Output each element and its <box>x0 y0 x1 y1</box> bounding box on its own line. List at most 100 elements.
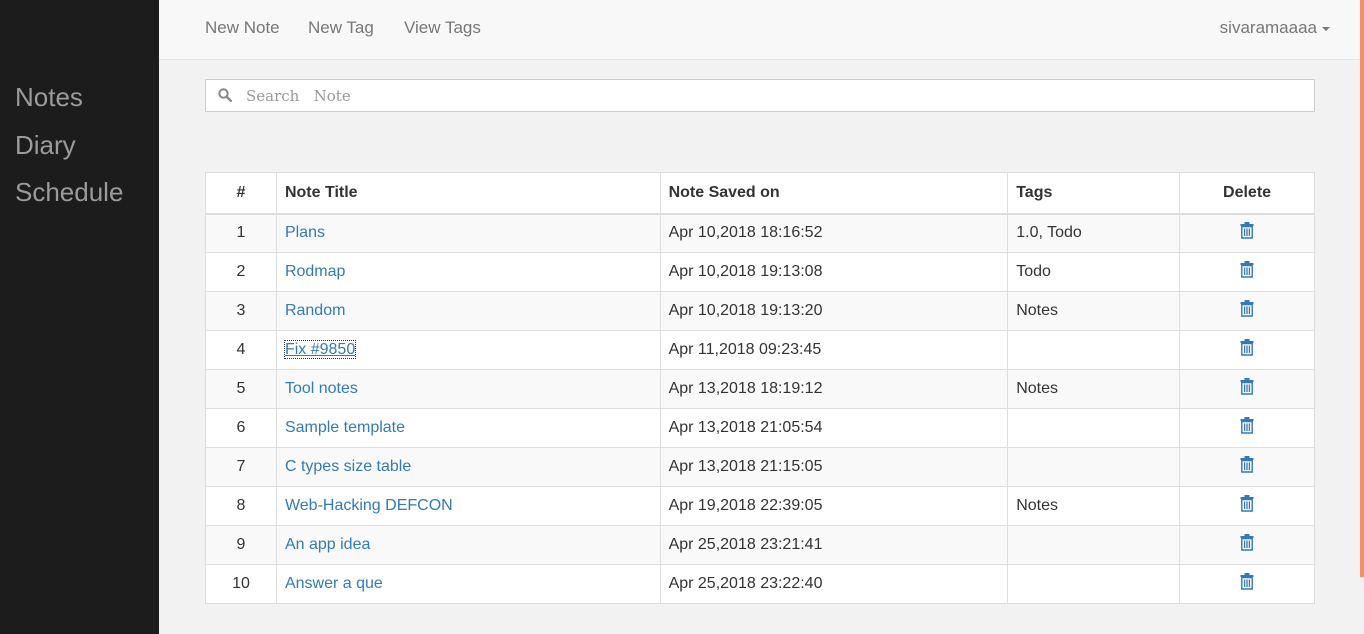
user-menu[interactable]: sivaramaaaa <box>1220 18 1330 38</box>
note-title-cell: Tool notes <box>275 369 661 409</box>
note-title-cell: Sample template <box>275 408 661 448</box>
table-row: 10 Answer a que Apr 25,2018 23:22:40 <box>205 564 1315 604</box>
trash-icon[interactable] <box>1240 534 1254 556</box>
row-index: 1 <box>205 213 277 253</box>
note-tags <box>1007 564 1181 604</box>
column-header-saved: Note Saved on <box>659 172 1009 215</box>
row-index: 4 <box>205 330 277 370</box>
note-title-link[interactable]: Rodmap <box>285 263 345 280</box>
note-saved-on: Apr 25,2018 23:22:40 <box>659 564 1009 604</box>
delete-cell <box>1179 213 1315 253</box>
row-index: 5 <box>205 369 277 409</box>
delete-cell <box>1179 525 1315 565</box>
note-saved-on: Apr 10,2018 19:13:20 <box>659 291 1009 331</box>
note-saved-on: Apr 10,2018 19:13:08 <box>659 252 1009 292</box>
sidebar-item-diary[interactable]: Diary <box>15 130 76 161</box>
delete-cell <box>1179 330 1315 370</box>
note-title-link[interactable]: Tool notes <box>285 380 358 397</box>
search-icon <box>218 88 233 107</box>
note-saved-on: Apr 11,2018 09:23:45 <box>659 330 1009 370</box>
trash-icon[interactable] <box>1240 300 1254 322</box>
delete-cell <box>1179 252 1315 292</box>
delete-cell <box>1179 486 1315 526</box>
note-title-link[interactable]: Random <box>285 302 345 319</box>
column-header-title: Note Title <box>275 172 661 215</box>
sidebar-item-notes[interactable]: Notes <box>15 82 83 113</box>
table-row: 7 C types size table Apr 13,2018 21:15:05 <box>205 447 1315 487</box>
sidebar: Notes Diary Schedule <box>0 0 159 634</box>
note-title-link[interactable]: Web-Hacking DEFCON <box>285 497 453 514</box>
note-title-link[interactable]: Plans <box>285 224 325 241</box>
note-saved-on: Apr 13,2018 18:19:12 <box>659 369 1009 409</box>
table-header-row: # Note Title Note Saved on Tags Delete <box>205 172 1315 215</box>
table-row: 3 Random Apr 10,2018 19:13:20 Notes <box>205 291 1315 331</box>
note-tags <box>1007 408 1181 448</box>
row-index: 10 <box>205 564 277 604</box>
trash-icon[interactable] <box>1240 222 1254 244</box>
new-tag-link[interactable]: New Tag <box>308 18 374 38</box>
notes-table: # Note Title Note Saved on Tags Delete 1… <box>205 172 1315 604</box>
username: sivaramaaaa <box>1219 18 1317 37</box>
row-index: 9 <box>205 525 277 565</box>
row-index: 7 <box>205 447 277 487</box>
search-box <box>205 79 1315 112</box>
note-saved-on: Apr 13,2018 21:05:54 <box>659 408 1009 448</box>
table-row: 5 Tool notes Apr 13,2018 18:19:12 Notes <box>205 369 1315 409</box>
table-row: 9 An app idea Apr 25,2018 23:21:41 <box>205 525 1315 565</box>
note-saved-on: Apr 19,2018 22:39:05 <box>659 486 1009 526</box>
note-tags <box>1007 330 1181 370</box>
column-header-delete: Delete <box>1179 172 1315 215</box>
note-title-cell: Plans <box>275 213 661 253</box>
note-title-cell: Answer a que <box>275 564 661 604</box>
trash-icon[interactable] <box>1240 378 1254 400</box>
note-tags: Notes <box>1007 291 1181 331</box>
note-title-link[interactable]: C types size table <box>285 458 411 475</box>
delete-cell <box>1179 291 1315 331</box>
note-title-cell: An app idea <box>275 525 661 565</box>
trash-icon[interactable] <box>1240 417 1254 439</box>
note-title-link[interactable]: An app idea <box>285 536 370 553</box>
delete-cell <box>1179 447 1315 487</box>
table-row: 1 Plans Apr 10,2018 18:16:52 1.0, Todo <box>205 213 1315 253</box>
trash-icon[interactable] <box>1240 456 1254 478</box>
trash-icon[interactable] <box>1240 339 1254 361</box>
row-index: 8 <box>205 486 277 526</box>
column-header-tags: Tags <box>1007 172 1181 215</box>
note-tags <box>1007 525 1181 565</box>
note-title-cell: Rodmap <box>275 252 661 292</box>
note-title-cell: Fix #9850 <box>275 330 661 370</box>
trash-icon[interactable] <box>1240 261 1254 283</box>
note-tags: Notes <box>1007 369 1181 409</box>
view-tags-link[interactable]: View Tags <box>404 18 481 38</box>
row-index: 2 <box>205 252 277 292</box>
new-note-link[interactable]: New Note <box>205 18 280 38</box>
table-row: 6 Sample template Apr 13,2018 21:05:54 <box>205 408 1315 448</box>
table-body: 1 Plans Apr 10,2018 18:16:52 1.0, Todo 2 Rodm… <box>205 213 1315 604</box>
note-tags <box>1007 447 1181 487</box>
top-navbar: New Note New Tag View Tags sivaramaaaa <box>159 0 1360 60</box>
trash-icon[interactable] <box>1240 573 1254 595</box>
trash-icon[interactable] <box>1240 495 1254 517</box>
row-index: 3 <box>205 291 277 331</box>
note-title-link[interactable]: Answer a que <box>285 575 383 592</box>
search-input[interactable] <box>246 80 1296 111</box>
sidebar-item-schedule[interactable]: Schedule <box>15 177 123 208</box>
note-title-link[interactable]: Sample template <box>285 419 405 436</box>
note-saved-on: Apr 10,2018 18:16:52 <box>659 213 1009 253</box>
table-row: 8 Web-Hacking DEFCON Apr 19,2018 22:39:05 N… <box>205 486 1315 526</box>
delete-cell <box>1179 408 1315 448</box>
delete-cell <box>1179 369 1315 409</box>
note-title-cell: Web-Hacking DEFCON <box>275 486 661 526</box>
column-header-index: # <box>205 172 277 215</box>
scrollbar[interactable] <box>1360 0 1364 577</box>
note-tags: 1.0, Todo <box>1007 213 1181 253</box>
row-index: 6 <box>205 408 277 448</box>
table-row: 2 Rodmap Apr 10,2018 19:13:08 Todo <box>205 252 1315 292</box>
note-title-cell: Random <box>275 291 661 331</box>
note-tags: Notes <box>1007 486 1181 526</box>
note-title-link[interactable]: Fix #9850 <box>283 340 357 359</box>
note-saved-on: Apr 25,2018 23:21:41 <box>659 525 1009 565</box>
note-saved-on: Apr 13,2018 21:15:05 <box>659 447 1009 487</box>
note-tags: Todo <box>1007 252 1181 292</box>
note-title-cell: C types size table <box>275 447 661 487</box>
